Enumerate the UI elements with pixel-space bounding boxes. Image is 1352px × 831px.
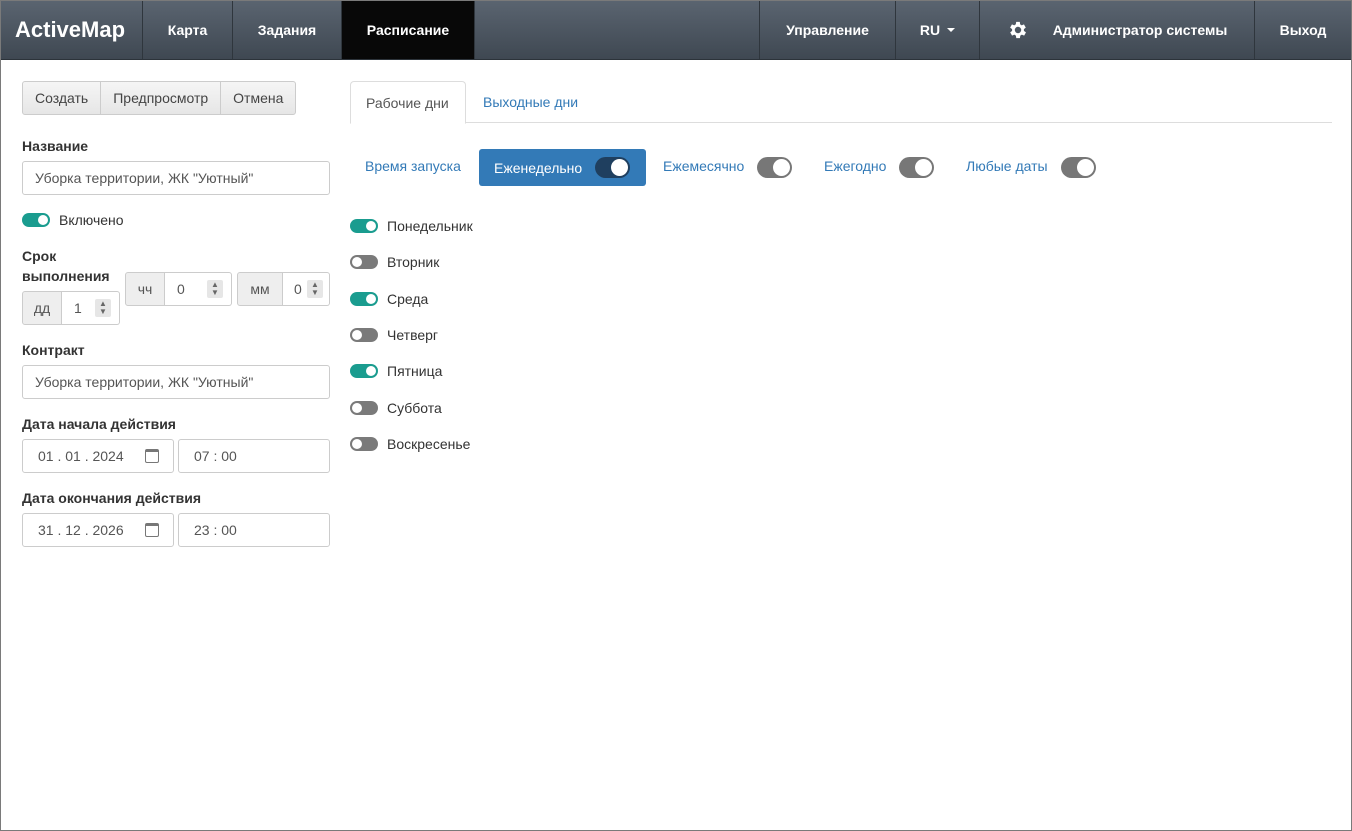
language-label: RU bbox=[919, 22, 941, 38]
name-label: Название bbox=[22, 138, 89, 154]
enabled-label: Включено bbox=[59, 212, 124, 228]
hours-stepper: чч 0 ▲ ▼ bbox=[125, 272, 232, 306]
start-time-input[interactable]: 07 : 00 bbox=[178, 439, 330, 473]
day-row-thursday: Четверг bbox=[350, 327, 438, 343]
end-time-input[interactable]: 23 : 00 bbox=[178, 513, 330, 547]
weekly-label: Еженедельно bbox=[494, 159, 583, 176]
monthly-toggle[interactable] bbox=[757, 157, 792, 178]
top-navbar: ActiveMap Карта Задания Расписание Управ… bbox=[1, 1, 1351, 60]
day-row-sunday: Воскресенье bbox=[350, 436, 470, 452]
end-date-label: Дата окончания действия bbox=[22, 490, 202, 506]
nav-tasks[interactable]: Задания bbox=[233, 1, 342, 59]
days-spin-arrows[interactable]: ▲ ▼ bbox=[95, 299, 111, 317]
create-button[interactable]: Создать bbox=[22, 81, 102, 115]
action-toolbar: Создать Предпросмотр Отмена bbox=[22, 81, 297, 115]
launch-time-link[interactable]: Время запуска bbox=[365, 158, 461, 174]
duration-label-line2: выполнения bbox=[22, 268, 110, 284]
day-toggle-sunday[interactable] bbox=[350, 437, 378, 451]
cancel-button[interactable]: Отмена bbox=[220, 81, 297, 115]
hours-addon: чч bbox=[125, 272, 165, 306]
monthly-label[interactable]: Ежемесячно bbox=[663, 158, 744, 174]
day-row-saturday: Суббота bbox=[350, 400, 442, 416]
brand-logo[interactable]: ActiveMap bbox=[1, 1, 143, 59]
contract-label: Контракт bbox=[22, 342, 85, 358]
enabled-toggle[interactable] bbox=[22, 213, 50, 227]
day-type-tabs: Рабочие дни Выходные дни bbox=[350, 81, 1332, 124]
days-stepper: дд 1 ▲ ▼ bbox=[22, 291, 120, 325]
day-toggle-tuesday[interactable] bbox=[350, 255, 378, 269]
days-value: 1 bbox=[74, 300, 82, 316]
day-toggle-wednesday[interactable] bbox=[350, 292, 378, 306]
tab-weekends[interactable]: Выходные дни bbox=[468, 81, 593, 123]
hours-input[interactable]: 0 ▲ ▼ bbox=[165, 272, 232, 306]
end-date-value: 31 . 12 . 2026 bbox=[38, 522, 124, 538]
day-label-thursday: Четверг bbox=[387, 327, 439, 343]
down-arrow-icon[interactable]: ▼ bbox=[311, 289, 319, 297]
down-arrow-icon[interactable]: ▼ bbox=[211, 289, 219, 297]
enabled-toggle-row: Включено bbox=[22, 212, 124, 228]
name-input[interactable]: Уборка территории, ЖК "Уютный" bbox=[22, 161, 330, 195]
user-menu[interactable]: Администратор системы bbox=[980, 1, 1255, 59]
start-date-value: 01 . 01 . 2024 bbox=[38, 448, 124, 464]
minutes-value: 0 bbox=[294, 281, 302, 297]
duration-label-line1: Срок bbox=[22, 248, 57, 264]
day-label-sunday: Воскресенье bbox=[387, 436, 471, 452]
day-toggle-thursday[interactable] bbox=[350, 328, 378, 342]
language-dropdown[interactable]: RU bbox=[896, 1, 980, 59]
calendar-icon[interactable] bbox=[145, 523, 159, 537]
day-label-saturday: Суббота bbox=[387, 400, 442, 416]
minutes-spin-arrows[interactable]: ▲ ▼ bbox=[307, 280, 323, 298]
day-label-friday: Пятница bbox=[387, 363, 443, 379]
hours-value: 0 bbox=[177, 281, 185, 297]
tab-workdays[interactable]: Рабочие дни bbox=[350, 81, 466, 124]
user-name: Администратор системы bbox=[1052, 22, 1228, 38]
day-label-tuesday: Вторник bbox=[387, 254, 440, 270]
any-dates-toggle[interactable] bbox=[1061, 157, 1096, 178]
day-toggle-saturday[interactable] bbox=[350, 401, 378, 415]
day-toggle-monday[interactable] bbox=[350, 219, 378, 233]
minutes-input[interactable]: 0 ▲ ▼ bbox=[283, 272, 330, 306]
nav-manage[interactable]: Управление bbox=[760, 1, 896, 59]
day-label-wednesday: Среда bbox=[387, 291, 429, 307]
day-row-wednesday: Среда bbox=[350, 291, 428, 307]
logout-link[interactable]: Выход bbox=[1255, 1, 1351, 59]
nav-spacer bbox=[475, 1, 760, 59]
minutes-addon: мм bbox=[237, 272, 283, 306]
start-date-label: Дата начала действия bbox=[22, 416, 176, 432]
day-row-tuesday: Вторник bbox=[350, 254, 439, 270]
yearly-label[interactable]: Ежегодно bbox=[824, 158, 886, 174]
day-toggle-friday[interactable] bbox=[350, 364, 378, 378]
down-arrow-icon[interactable]: ▼ bbox=[99, 308, 107, 316]
day-row-friday: Пятница bbox=[350, 363, 442, 379]
nav-schedule[interactable]: Расписание bbox=[342, 1, 475, 59]
nav-map[interactable]: Карта bbox=[143, 1, 233, 59]
day-label-monday: Понедельник bbox=[387, 218, 473, 234]
days-addon: дд bbox=[22, 291, 62, 325]
day-row-monday: Понедельник bbox=[350, 218, 473, 234]
minutes-stepper: мм 0 ▲ ▼ bbox=[237, 272, 330, 306]
yearly-toggle[interactable] bbox=[899, 157, 934, 178]
start-date-input[interactable]: 01 . 01 . 2024 bbox=[22, 439, 174, 473]
weekly-toggle[interactable] bbox=[595, 157, 630, 178]
preview-button[interactable]: Предпросмотр bbox=[100, 81, 222, 115]
contract-input[interactable]: Уборка территории, ЖК "Уютный" bbox=[22, 365, 330, 399]
any-dates-label[interactable]: Любые даты bbox=[966, 158, 1048, 174]
hours-spin-arrows[interactable]: ▲ ▼ bbox=[207, 280, 223, 298]
weekly-option[interactable]: Еженедельно bbox=[479, 149, 646, 186]
days-input[interactable]: 1 ▲ ▼ bbox=[62, 291, 120, 325]
calendar-icon[interactable] bbox=[145, 449, 159, 463]
end-date-input[interactable]: 31 . 12 . 2026 bbox=[22, 513, 174, 547]
caret-down-icon bbox=[947, 28, 956, 32]
gear-icon bbox=[1009, 21, 1026, 39]
